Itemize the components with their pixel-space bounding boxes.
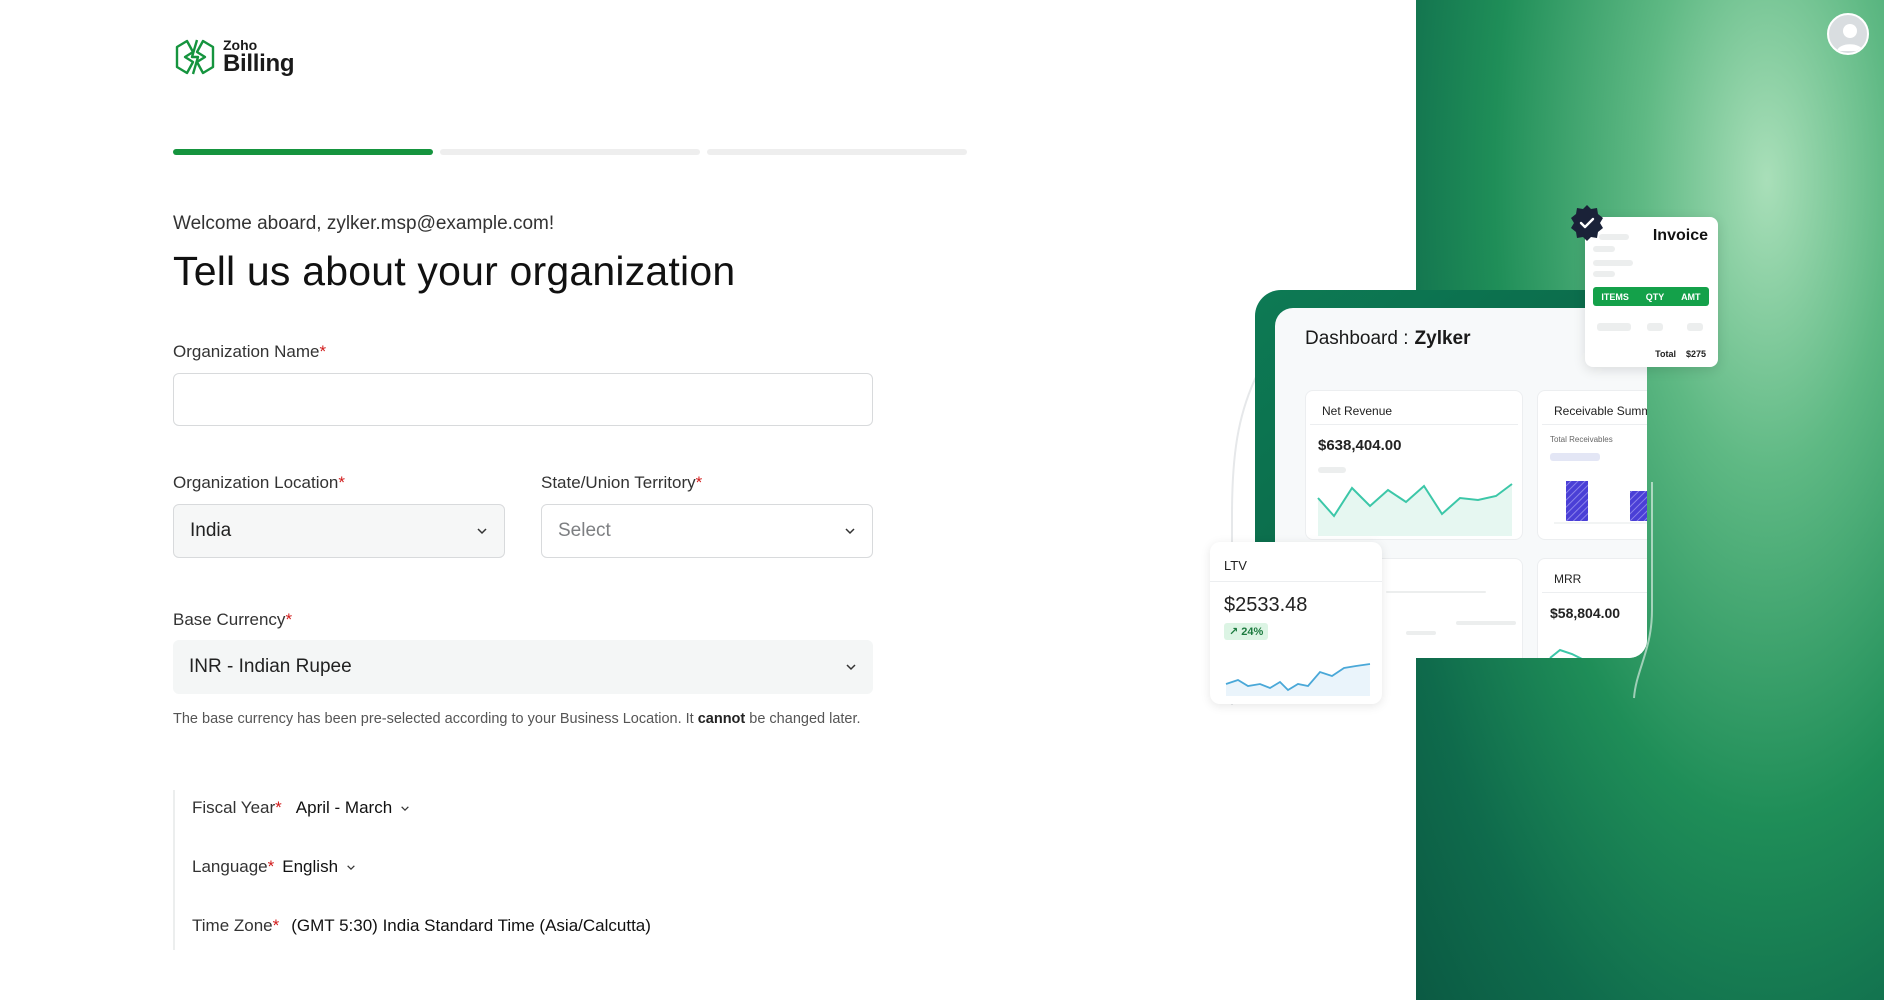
time-zone-dropdown[interactable]: (GMT 5:30) India Standard Time (Asia/Cal… <box>291 916 651 936</box>
mrr-card: MRR $58,804.00 <box>1537 558 1647 658</box>
ltv-sparkline <box>1225 663 1371 696</box>
org-location-value: India <box>190 520 232 541</box>
chevron-down-icon <box>477 528 487 535</box>
step-progress <box>173 149 967 155</box>
chevron-down-icon <box>845 528 855 535</box>
zoho-billing-logo-icon <box>175 39 215 75</box>
chevron-down-icon <box>347 864 355 870</box>
ltv-label: LTV <box>1210 542 1382 582</box>
invoice-col-items: ITEMS <box>1601 291 1629 302</box>
org-name-input[interactable] <box>173 373 873 426</box>
net-revenue-value: $638,404.00 <box>1318 437 1402 454</box>
base-currency-select[interactable]: INR - Indian Rupee <box>173 640 873 694</box>
net-revenue-card: Net Revenue $638,404.00 <box>1305 390 1523 540</box>
org-location-label: Organization Location* <box>173 473 346 492</box>
chevron-down-icon <box>846 664 856 671</box>
fiscal-year-row: Fiscal Year* April - March <box>192 798 410 818</box>
ltv-value: $2533.48 <box>1224 594 1308 616</box>
language-dropdown[interactable]: English <box>282 857 356 877</box>
state-label: State/Union Territory* <box>541 473 703 492</box>
invoice-col-qty: QTY <box>1645 291 1665 302</box>
chevron-down-icon <box>401 805 409 811</box>
verified-check-icon <box>1571 205 1603 241</box>
page-title: Tell us about your organization <box>173 248 736 294</box>
dashboard-title: Dashboard : Zylker <box>1305 328 1471 349</box>
base-currency-value: INR - Indian Rupee <box>189 656 352 677</box>
mrr-value: $58,804.00 <box>1550 605 1621 621</box>
org-location-select[interactable]: India <box>173 504 505 558</box>
time-zone-row: Time Zone* (GMT 5:30) India Standard Tim… <box>192 916 651 936</box>
net-revenue-sparkline <box>1317 483 1513 536</box>
currency-help-text: The base currency has been pre-selected … <box>173 711 861 727</box>
zoho-billing-logo: Zoho Billing <box>173 35 295 79</box>
mrr-label: MRR <box>1542 559 1647 593</box>
base-currency-label: Base Currency* <box>173 610 293 629</box>
progress-step-1 <box>173 149 433 155</box>
user-avatar-icon[interactable] <box>1827 13 1869 55</box>
ltv-card: LTV $2533.48 ↗ 24% <box>1210 542 1382 704</box>
progress-step-2 <box>440 149 700 155</box>
receivable-summary-label: Receivable Summ <box>1542 391 1647 425</box>
invoice-title: Invoice <box>1652 227 1708 244</box>
preferences-divider <box>173 790 175 950</box>
fiscal-year-dropdown[interactable]: April - March <box>296 798 410 818</box>
receivable-summary-card: Receivable Summ Total Receivables <box>1537 390 1647 540</box>
state-placeholder: Select <box>558 520 611 541</box>
total-receivables-label: Total Receivables <box>1550 435 1613 444</box>
receivable-bar-chart <box>1554 481 1647 524</box>
mrr-sparkline <box>1549 648 1583 658</box>
ltv-change-badge: ↗ 24% <box>1224 623 1269 640</box>
onboarding-panel: Zoho Billing Welcome aboard, zylker.msp@… <box>0 0 1416 1000</box>
org-name-label: Organization Name* <box>173 342 327 361</box>
invoice-total: Total $275 <box>1655 349 1706 359</box>
state-select[interactable]: Select <box>541 504 873 558</box>
net-revenue-label: Net Revenue <box>1310 391 1518 425</box>
progress-step-3 <box>707 149 967 155</box>
invoice-col-amt: AMT <box>1681 291 1701 302</box>
welcome-text: Welcome aboard, zylker.msp@example.com! <box>173 213 555 234</box>
language-row: Language* English <box>192 857 356 877</box>
logo-product: Billing <box>223 50 295 77</box>
invoice-header-bar: ITEMS QTY AMT <box>1593 287 1709 306</box>
